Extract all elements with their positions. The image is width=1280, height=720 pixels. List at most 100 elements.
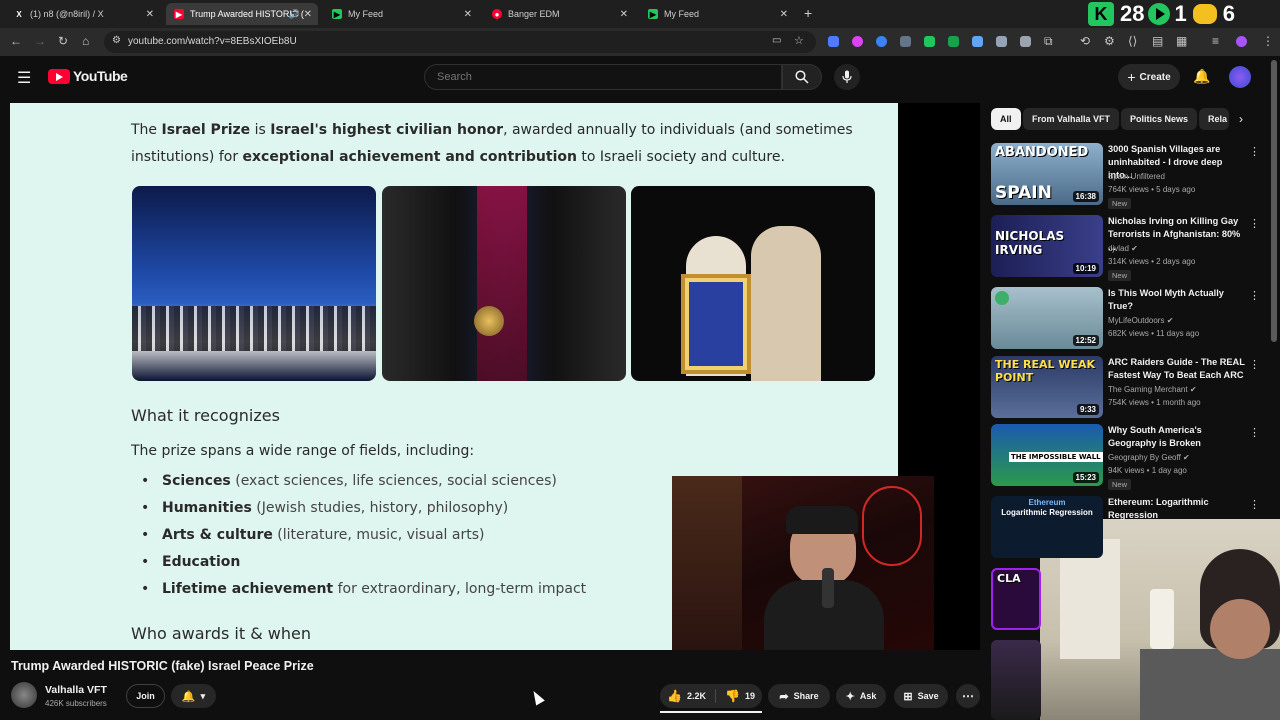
browser-tab-youtube[interactable]: ▶ Trump Awarded HISTORIC ( 🔊 ✕ <box>166 3 318 25</box>
speaker-icon[interactable]: 🔊 <box>289 9 300 20</box>
extension-icon[interactable] <box>948 36 959 47</box>
bookmark-star-icon[interactable]: ☆ <box>794 34 804 47</box>
more-vertical-icon[interactable]: ⋮ <box>1249 358 1260 371</box>
profile-avatar-icon[interactable] <box>1236 36 1247 47</box>
close-tab-icon[interactable]: ✕ <box>146 9 154 20</box>
chip-politics-news[interactable]: Politics News <box>1121 108 1198 130</box>
hamburger-menu-icon[interactable]: ☰ <box>17 68 31 88</box>
create-button[interactable]: + Create <box>1118 64 1180 90</box>
channel-name[interactable]: Geography By Geoff ✔ <box>1108 453 1190 462</box>
history-icon[interactable]: ⟲ <box>1080 34 1090 48</box>
video-thumbnail[interactable]: CLA <box>991 568 1041 630</box>
channel-avatar[interactable] <box>11 682 37 708</box>
recommended-video[interactable]: ABANDONED SPAIN 16:38 3000 Spanish Villa… <box>991 143 1263 209</box>
extension-icon[interactable] <box>852 36 863 47</box>
reload-icon[interactable]: ↻ <box>58 34 68 48</box>
slide-text-bold: exceptional achievement and contribution <box>242 149 577 165</box>
search-box[interactable] <box>424 64 782 90</box>
chevron-right-icon[interactable]: › <box>1239 112 1243 126</box>
recommended-video[interactable]: THE IMPOSSIBLE WALL 15:23 Why South Amer… <box>991 424 1263 490</box>
cast-icon[interactable]: ▭ <box>772 35 781 46</box>
youtube-logo[interactable]: YouTube <box>48 68 128 84</box>
share-label: Share <box>793 691 819 701</box>
channel-name[interactable]: Valhalla VFT <box>45 684 107 696</box>
browser-tab-feed-2[interactable]: ▶ My Feed ✕ <box>640 3 794 25</box>
video-thumbnail[interactable]: Ethereum Logarithmic Regression <box>991 496 1103 558</box>
more-vertical-icon[interactable]: ⋮ <box>1249 145 1260 158</box>
save-button[interactable]: ⊞ Save <box>894 684 948 708</box>
chip-from-channel[interactable]: From Valhalla VFT <box>1023 108 1120 130</box>
recommended-video[interactable]: 12:52 Is This Wool Myth Actually True? M… <box>991 287 1263 353</box>
puzzle-extensions-icon[interactable]: ⧉ <box>1044 34 1053 49</box>
dislike-button[interactable]: 👎 19 <box>721 689 755 703</box>
ask-button[interactable]: ✦ Ask <box>836 684 886 708</box>
thumbnail-text: Ethereum <box>1028 498 1066 507</box>
extension-icon[interactable] <box>900 36 911 47</box>
new-tab-button[interactable]: + <box>804 5 812 21</box>
reading-list-icon[interactable]: ▦ <box>1176 34 1187 48</box>
video-title[interactable]: Ethereum: Logarithmic Regression <box>1108 496 1248 522</box>
search-button[interactable] <box>782 64 822 90</box>
channel-name[interactable]: MyLifeOutdoors ✔ <box>1108 316 1173 325</box>
video-title[interactable]: ARC Raiders Guide - The REAL Fastest Way… <box>1108 356 1248 382</box>
play-circle-icon <box>1148 3 1171 25</box>
channel-name[interactable]: Spain Unfiltered <box>1108 172 1165 181</box>
forward-arrow-icon[interactable]: → <box>34 34 46 48</box>
video-title[interactable]: Is This Wool Myth Actually True? <box>1108 287 1248 313</box>
follower-counter: 1 <box>1174 1 1187 26</box>
channel-name[interactable]: djvlad ✔ <box>1108 244 1138 253</box>
browser-tab-feed[interactable]: ▶ My Feed ✕ <box>324 3 478 25</box>
chip-all[interactable]: All <box>991 108 1021 130</box>
video-thumbnail[interactable]: THE REAL WEAK POINT 9:33 <box>991 356 1103 418</box>
video-thumbnail[interactable] <box>991 640 1041 720</box>
join-button[interactable]: Join <box>126 684 165 708</box>
more-actions-button[interactable]: ⋯ <box>956 684 980 708</box>
more-vertical-icon[interactable]: ⋮ <box>1249 498 1260 511</box>
extension-icon[interactable] <box>996 36 1007 47</box>
video-thumbnail[interactable]: 12:52 <box>991 287 1103 349</box>
recommended-video[interactable]: Ethereum Logarithmic Regression Ethereum… <box>991 496 1263 562</box>
recommended-video[interactable]: NICHOLAS IRVING 10:19 Nicholas Irving on… <box>991 215 1263 281</box>
chip-related[interactable]: Rela <box>1199 108 1229 130</box>
more-vertical-icon[interactable]: ⋮ <box>1249 289 1260 302</box>
notifications-bell-icon[interactable]: 🔔 <box>1193 68 1210 85</box>
extension-icon[interactable] <box>924 36 935 47</box>
extension-icon[interactable] <box>1020 36 1031 47</box>
settings-icon[interactable]: ⚙ <box>1104 34 1115 48</box>
browser-tab-banger-edm[interactable]: ● Banger EDM ✕ <box>484 3 634 25</box>
tab-search-icon[interactable]: ≡ <box>1212 34 1219 48</box>
devtools-icon[interactable]: ⟨⟩ <box>1128 34 1137 48</box>
account-avatar[interactable] <box>1229 66 1251 88</box>
feed-icon: ▶ <box>332 9 342 19</box>
extension-icon[interactable] <box>876 36 887 47</box>
browser-tab-x[interactable]: X (1) n8 (@n8iril) / X ✕ <box>6 3 160 25</box>
subscriber-count: 426K subscribers <box>45 699 107 708</box>
like-button[interactable]: 👍 2.2K <box>667 689 716 703</box>
subscribed-notifications-button[interactable]: 🔔 ▾ <box>171 684 216 708</box>
more-vertical-icon[interactable]: ⋮ <box>1249 217 1260 230</box>
close-tab-icon[interactable]: ✕ <box>304 9 312 20</box>
more-vertical-icon[interactable]: ⋮ <box>1249 426 1260 439</box>
recommended-video[interactable]: THE REAL WEAK POINT 9:33 ARC Raiders Gui… <box>991 356 1263 422</box>
share-button[interactable]: ➦ Share <box>768 684 830 708</box>
page-scrollbar[interactable] <box>1271 60 1277 342</box>
extension-icon[interactable] <box>972 36 983 47</box>
close-tab-icon[interactable]: ✕ <box>780 9 788 20</box>
close-tab-icon[interactable]: ✕ <box>464 9 472 20</box>
video-thumbnail[interactable]: NICHOLAS IRVING 10:19 <box>991 215 1103 277</box>
video-thumbnail[interactable]: THE IMPOSSIBLE WALL 15:23 <box>991 424 1103 486</box>
search-input[interactable] <box>437 71 767 83</box>
channel-name[interactable]: The Gaming Merchant ✔ <box>1108 385 1197 394</box>
voice-search-button[interactable] <box>834 64 860 90</box>
address-bar[interactable]: ⚙ youtube.com/watch?v=8EBsXIOEb8U ▭ ☆ <box>104 31 816 53</box>
video-thumbnail[interactable]: ABANDONED SPAIN 16:38 <box>991 143 1103 205</box>
browser-menu-icon[interactable]: ⋮ <box>1262 34 1274 48</box>
site-info-icon[interactable]: ⚙ <box>112 35 121 46</box>
back-arrow-icon[interactable]: ← <box>10 34 22 48</box>
extension-icon[interactable] <box>828 36 839 47</box>
close-tab-icon[interactable]: ✕ <box>620 9 628 20</box>
sidebar-icon[interactable]: ▤ <box>1152 34 1163 48</box>
video-title[interactable]: Why South America's Geography is Broken <box>1108 424 1248 450</box>
url-text: youtube.com/watch?v=8EBsXIOEb8U <box>128 36 297 47</box>
home-icon[interactable]: ⌂ <box>82 34 89 48</box>
